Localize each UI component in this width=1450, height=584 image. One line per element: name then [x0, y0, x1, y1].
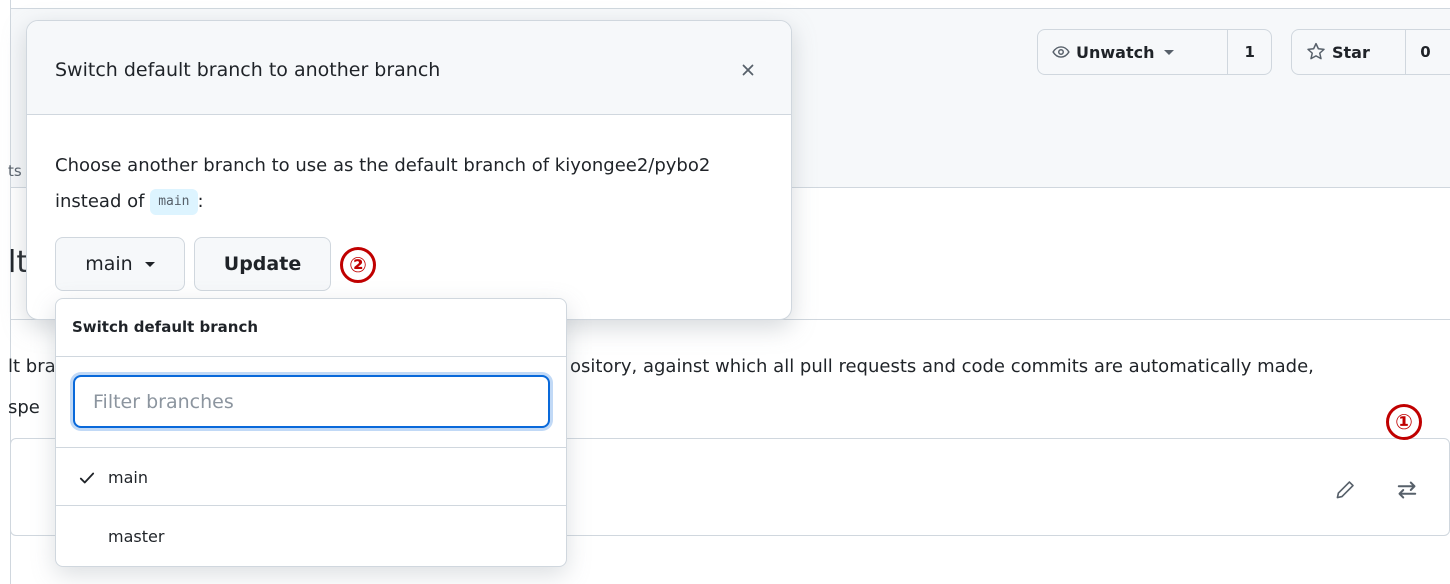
- divider: [56, 447, 566, 448]
- description-fragment: lt bra: [8, 356, 56, 377]
- current-branch-code: main: [150, 189, 198, 215]
- branch-option-label: master: [108, 527, 165, 546]
- check-icon: [79, 472, 95, 483]
- branch-select-label: main: [85, 253, 133, 275]
- dialog-body-text: Choose another branch to use as the defa…: [55, 148, 775, 220]
- star-count[interactable]: 0: [1405, 30, 1445, 74]
- annotation-marker-1: ①: [1386, 404, 1422, 440]
- star-button[interactable]: Star: [1292, 30, 1405, 74]
- dropdown-title: Switch default branch: [72, 318, 259, 336]
- watch-button-group: Unwatch 1: [1037, 29, 1272, 75]
- caret-down-icon: [144, 261, 155, 267]
- branch-option-master[interactable]: master: [56, 508, 566, 565]
- dialog-description-suffix: :: [197, 191, 204, 212]
- description-text: ository, against which all pull requests…: [570, 356, 1314, 377]
- branch-option-main[interactable]: main: [56, 449, 566, 506]
- divider: [56, 505, 566, 506]
- rename-branch-button[interactable]: [1331, 476, 1359, 504]
- dialog-title: Switch default branch to another branch: [55, 59, 441, 81]
- eye-icon: [1052, 46, 1070, 58]
- unwatch-label: Unwatch: [1076, 42, 1155, 62]
- divider: [56, 356, 566, 357]
- branch-dropdown: Switch default branch main master: [55, 298, 567, 567]
- update-button[interactable]: Update: [194, 237, 331, 291]
- watch-count[interactable]: 1: [1227, 30, 1271, 74]
- switch-branch-button[interactable]: [1393, 476, 1421, 504]
- annotation-marker-2: ②: [340, 247, 376, 283]
- star-button-group: Star 0: [1291, 29, 1450, 75]
- pencil-icon: [1336, 481, 1354, 499]
- switch-default-branch-dialog: Switch default branch to another branch …: [26, 20, 792, 320]
- star-label: Star: [1332, 42, 1370, 62]
- branch-select-button[interactable]: main: [55, 237, 185, 291]
- dialog-header: Switch default branch to another branch: [27, 21, 791, 115]
- description-fragment: spe: [8, 397, 40, 418]
- filter-branches-input[interactable]: [73, 375, 550, 428]
- branch-option-label: main: [108, 468, 148, 487]
- repo-nav-fragment[interactable]: ts: [8, 162, 22, 180]
- star-icon: [1307, 42, 1325, 60]
- close-button[interactable]: [733, 55, 763, 85]
- arrow-switch-icon: [1397, 481, 1417, 499]
- close-icon: [742, 64, 754, 76]
- caret-down-icon: [1164, 49, 1175, 55]
- unwatch-button[interactable]: Unwatch: [1038, 30, 1227, 74]
